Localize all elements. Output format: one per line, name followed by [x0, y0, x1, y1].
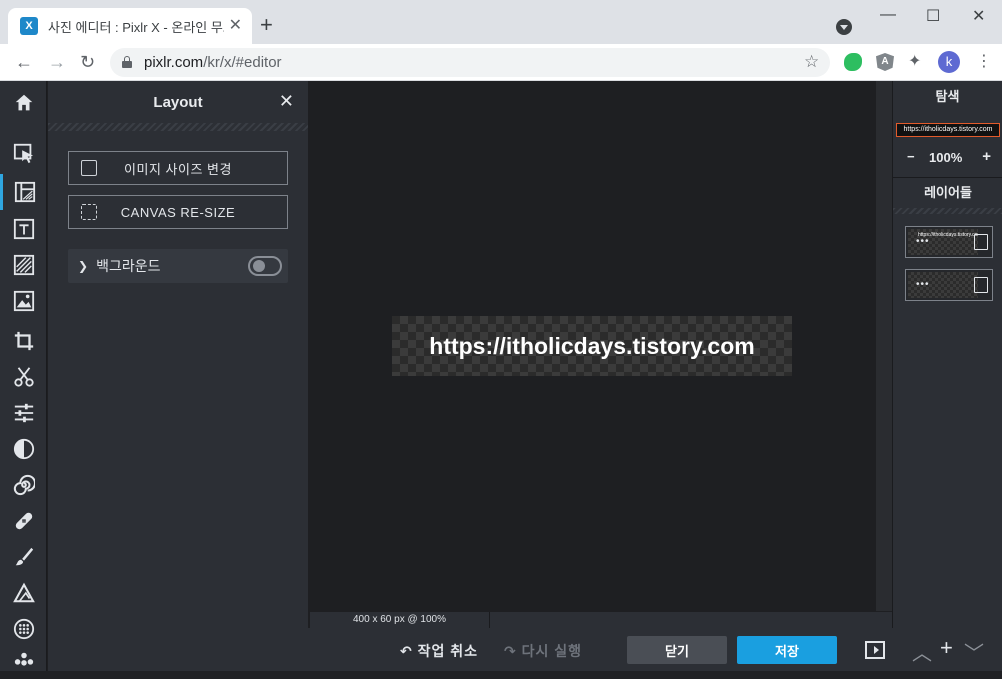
toggle-panel-icon[interactable]	[865, 641, 885, 659]
tab-search-icon[interactable]	[836, 19, 852, 35]
evernote-extension-icon[interactable]	[844, 53, 862, 71]
arrange-tool-icon[interactable]	[0, 135, 47, 171]
address-bar[interactable]: pixlr.com/kr/x/#editor ☆	[110, 48, 830, 77]
reload-button[interactable]: ↻	[80, 52, 95, 72]
shape-tool-icon[interactable]	[0, 575, 47, 611]
save-button[interactable]: 저장	[737, 636, 837, 664]
retouch-bandage-icon[interactable]	[0, 503, 47, 539]
tab-title: 사진 에디터 : Pixlr X - 온라인 무료 사진 편집기	[48, 19, 224, 35]
layers-title: 레이어들	[893, 177, 1002, 207]
layout-panel-title: Layout	[153, 93, 203, 111]
browser-toolbar: ← → ↻ pixlr.com/kr/x/#editor ☆ A ✦ k ⋮	[0, 44, 1002, 81]
layer-item-text[interactable]: https://itholicdays.tistory.com •••	[905, 226, 993, 258]
status-bar: 400 x 60 px @ 100%	[310, 612, 892, 628]
text-tool-icon[interactable]	[0, 211, 47, 247]
browser-tabbar: X 사진 에디터 : Pixlr X - 온라인 무료 사진 편집기 ✕ + —…	[0, 0, 1002, 44]
pattern-tool-icon[interactable]	[0, 611, 47, 647]
browser-tab[interactable]: X 사진 에디터 : Pixlr X - 온라인 무료 사진 편집기 ✕	[8, 8, 252, 44]
tab-close-icon[interactable]: ✕	[229, 17, 242, 35]
canvas-workspace[interactable]: https://itholicdays.tistory.com	[308, 81, 876, 611]
text-layer-icon	[974, 234, 988, 250]
layout-tool-icon[interactable]	[0, 174, 47, 210]
resize-icon	[81, 160, 97, 176]
zoom-level: 100%	[929, 150, 963, 165]
forward-button[interactable]: →	[48, 52, 66, 72]
panel-divider	[48, 123, 308, 131]
layer-options-icon[interactable]: •••	[916, 279, 930, 290]
crop-tool-icon[interactable]	[0, 323, 47, 359]
browser-menu-icon[interactable]: ⋮	[976, 51, 992, 71]
image-resize-button[interactable]: 이미지 사이즈 변경	[68, 151, 288, 185]
effect-spiral-icon[interactable]	[0, 467, 47, 503]
document-canvas[interactable]: https://itholicdays.tistory.com	[392, 316, 792, 376]
image-tool-icon[interactable]	[0, 283, 47, 319]
layers-divider	[893, 208, 1002, 214]
layer-options-icon[interactable]: •••	[916, 236, 930, 247]
canvas-resize-button[interactable]: CANVAS RE-SIZE	[68, 195, 288, 229]
close-button[interactable]: 닫기	[627, 636, 727, 664]
maximize-button[interactable]: ☐	[926, 6, 940, 26]
bookmark-star-icon[interactable]: ☆	[804, 52, 819, 72]
background-toggle[interactable]	[248, 256, 282, 276]
url-text: pixlr.com/kr/x/#editor	[144, 54, 282, 71]
layout-panel-header: Layout ✕	[48, 81, 308, 123]
element-tool-icon[interactable]	[0, 247, 47, 283]
zoom-in-button[interactable]: +	[982, 148, 991, 165]
chevron-right-icon[interactable]: ❯	[78, 259, 88, 273]
window-close-button[interactable]: ✕	[972, 6, 985, 26]
bottom-bar: ↶ 작업 취소 ↷ 다시 실행 닫기 저장 ︿ + ﹀	[308, 628, 1002, 671]
pixlr-favicon-icon: X	[20, 17, 38, 35]
undo-button[interactable]: ↶ 작업 취소	[400, 641, 478, 661]
minimize-button[interactable]: —	[880, 6, 896, 24]
new-tab-button[interactable]: +	[260, 14, 273, 36]
angular-extension-icon[interactable]: A	[876, 53, 894, 71]
zoom-controls: − 100% +	[893, 147, 1002, 169]
lock-icon[interactable]	[122, 56, 132, 68]
profile-avatar[interactable]: k	[938, 51, 960, 73]
navigator-title: 탐색	[935, 89, 960, 104]
filter-tool-icon[interactable]	[0, 431, 47, 467]
more-tools-icon[interactable]	[0, 643, 47, 679]
background-label: 백그라운드	[96, 258, 161, 274]
close-panel-icon[interactable]: ✕	[279, 91, 294, 112]
adjust-sliders-icon[interactable]	[0, 395, 47, 431]
layer-item-image[interactable]: •••	[905, 269, 993, 301]
right-panel: 탐색 https://itholicdays.tistory.com − 100…	[892, 81, 1002, 628]
background-row[interactable]: ❯ 백그라운드	[68, 249, 288, 283]
canvas-size-info: 400 x 60 px @ 100%	[310, 612, 490, 628]
redo-button[interactable]: ↷ 다시 실행	[504, 641, 582, 661]
navigator-thumbnail[interactable]: https://itholicdays.tistory.com	[896, 123, 1000, 137]
back-button[interactable]: ←	[15, 52, 33, 72]
canvas-resize-icon	[81, 204, 97, 220]
layer-down-icon[interactable]: ﹀	[964, 637, 984, 666]
layout-panel: Layout ✕ 이미지 사이즈 변경 CANVAS RE-SIZE ❯ 백그라…	[48, 81, 308, 671]
tool-rail	[0, 81, 47, 671]
image-layer-icon	[974, 277, 988, 293]
pixlr-app: Layout ✕ 이미지 사이즈 변경 CANVAS RE-SIZE ❯ 백그라…	[0, 81, 1002, 671]
extensions-puzzle-icon[interactable]: ✦	[908, 51, 926, 70]
zoom-out-button[interactable]: −	[907, 149, 915, 164]
cutout-scissors-icon[interactable]	[0, 359, 47, 395]
home-icon[interactable]	[0, 85, 47, 121]
add-layer-icon[interactable]: +	[940, 635, 953, 661]
canvas-text-layer[interactable]: https://itholicdays.tistory.com	[429, 333, 754, 360]
layer-up-icon[interactable]: ︿	[912, 637, 932, 666]
canvas-scrollbar[interactable]	[876, 81, 892, 611]
draw-brush-icon[interactable]	[0, 539, 47, 575]
